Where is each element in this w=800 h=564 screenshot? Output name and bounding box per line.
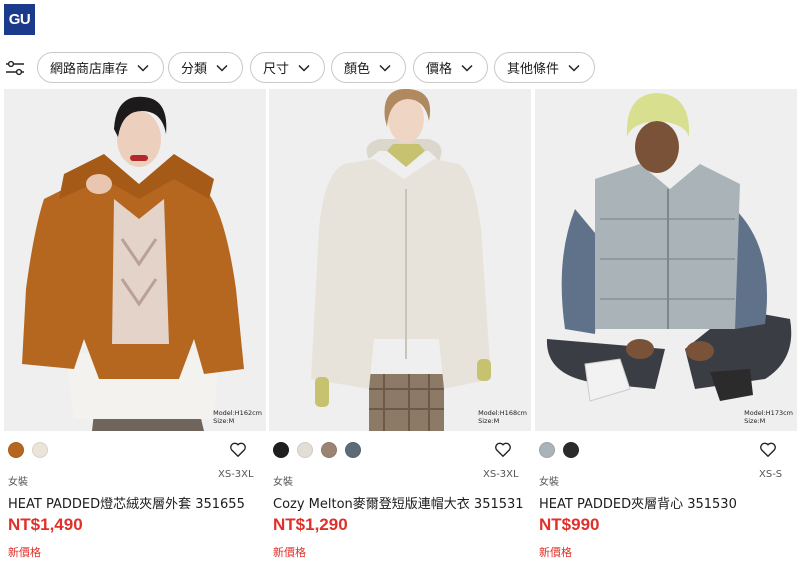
heart-icon[interactable] [759, 441, 777, 458]
filter-chip-label: 價格 [426, 62, 453, 77]
product-category: 女裝 [539, 477, 559, 488]
filter-chip-label: 網路商店庫存 [50, 62, 129, 77]
filter-chip-size[interactable]: 尺寸 [250, 52, 326, 83]
color-swatches [539, 442, 579, 458]
heart-icon[interactable] [494, 441, 512, 458]
heart-icon[interactable] [229, 441, 247, 458]
product-price: NT$1,490 [8, 515, 83, 534]
chevron-down-icon [461, 64, 473, 72]
price-tag: 新價格 [273, 546, 306, 559]
product-name[interactable]: HEAT PADDED燈芯絨夾層外套 351655 [8, 493, 245, 512]
filter-chip-online-stock[interactable]: 網路商店庫存 [37, 52, 165, 83]
filter-chip-label: 分類 [181, 62, 208, 77]
filter-chip-price[interactable]: 價格 [413, 52, 489, 83]
product-card[interactable]: Model:H162cm Size:M 女裝 XS-3XL HEAT PADDE… [4, 89, 266, 559]
chevron-down-icon [379, 64, 391, 72]
color-swatch[interactable] [297, 442, 313, 458]
model-height: Model:H162cm [213, 409, 262, 417]
color-swatch[interactable] [563, 442, 579, 458]
price-tag: 新價格 [8, 546, 41, 559]
size-range: XS-3XL [218, 469, 254, 480]
product-price: NT$990 [539, 515, 600, 534]
product-name[interactable]: Cozy Melton麥爾登短版連帽大衣 351531 [273, 493, 524, 512]
filter-chip-label: 尺寸 [263, 62, 290, 77]
product-name[interactable]: HEAT PADDED夾層背心 351530 [539, 493, 737, 512]
product-category: 女裝 [8, 477, 28, 488]
model-height: Model:H168cm [478, 409, 527, 417]
chevron-down-icon [568, 64, 580, 72]
filter-chip-label: 其他條件 [507, 62, 560, 77]
model-size: Size:M [213, 417, 235, 425]
color-swatches [273, 442, 361, 458]
product-photo-illustration [535, 89, 797, 431]
size-range: XS-3XL [483, 469, 519, 480]
color-swatch[interactable] [8, 442, 24, 458]
model-info: Model:H168cm Size:M [478, 409, 527, 425]
filter-sliders-icon[interactable] [5, 59, 25, 77]
product-price: NT$1,290 [273, 515, 348, 534]
product-category: 女裝 [273, 477, 293, 488]
filter-bar: 網路商店庫存 分類 尺寸 顏色 價格 其他條件 [0, 52, 800, 84]
product-card[interactable]: Model:H168cm Size:M 女裝 XS-3XL Cozy Melto… [269, 89, 531, 559]
color-swatch[interactable] [539, 442, 555, 458]
model-size: Size:M [744, 417, 766, 425]
filter-chip-label: 顏色 [344, 62, 371, 77]
gu-logo[interactable]: GU [4, 4, 35, 35]
model-size: Size:M [478, 417, 500, 425]
product-image[interactable]: Model:H162cm Size:M [4, 89, 266, 431]
color-swatches [8, 442, 48, 458]
product-photo-illustration [269, 89, 531, 431]
filter-chip-category[interactable]: 分類 [168, 52, 244, 83]
product-image[interactable]: Model:H173cm Size:M [535, 89, 797, 431]
price-tag: 新價格 [539, 546, 572, 559]
color-swatch[interactable] [273, 442, 289, 458]
model-height: Model:H173cm [744, 409, 793, 417]
product-photo-illustration [4, 89, 266, 431]
product-card[interactable]: Model:H173cm Size:M 女裝 XS-S HEAT PADDED夾… [535, 89, 797, 559]
chevron-down-icon [298, 64, 310, 72]
size-range: XS-S [759, 469, 783, 480]
chevron-down-icon [137, 64, 149, 72]
filter-chip-other[interactable]: 其他條件 [494, 52, 596, 83]
chevron-down-icon [216, 64, 228, 72]
model-info: Model:H173cm Size:M [744, 409, 793, 425]
color-swatch[interactable] [321, 442, 337, 458]
model-info: Model:H162cm Size:M [213, 409, 262, 425]
header: GU [0, 0, 800, 46]
product-image[interactable]: Model:H168cm Size:M [269, 89, 531, 431]
color-swatch[interactable] [32, 442, 48, 458]
color-swatch[interactable] [345, 442, 361, 458]
filter-chip-color[interactable]: 顏色 [331, 52, 407, 83]
